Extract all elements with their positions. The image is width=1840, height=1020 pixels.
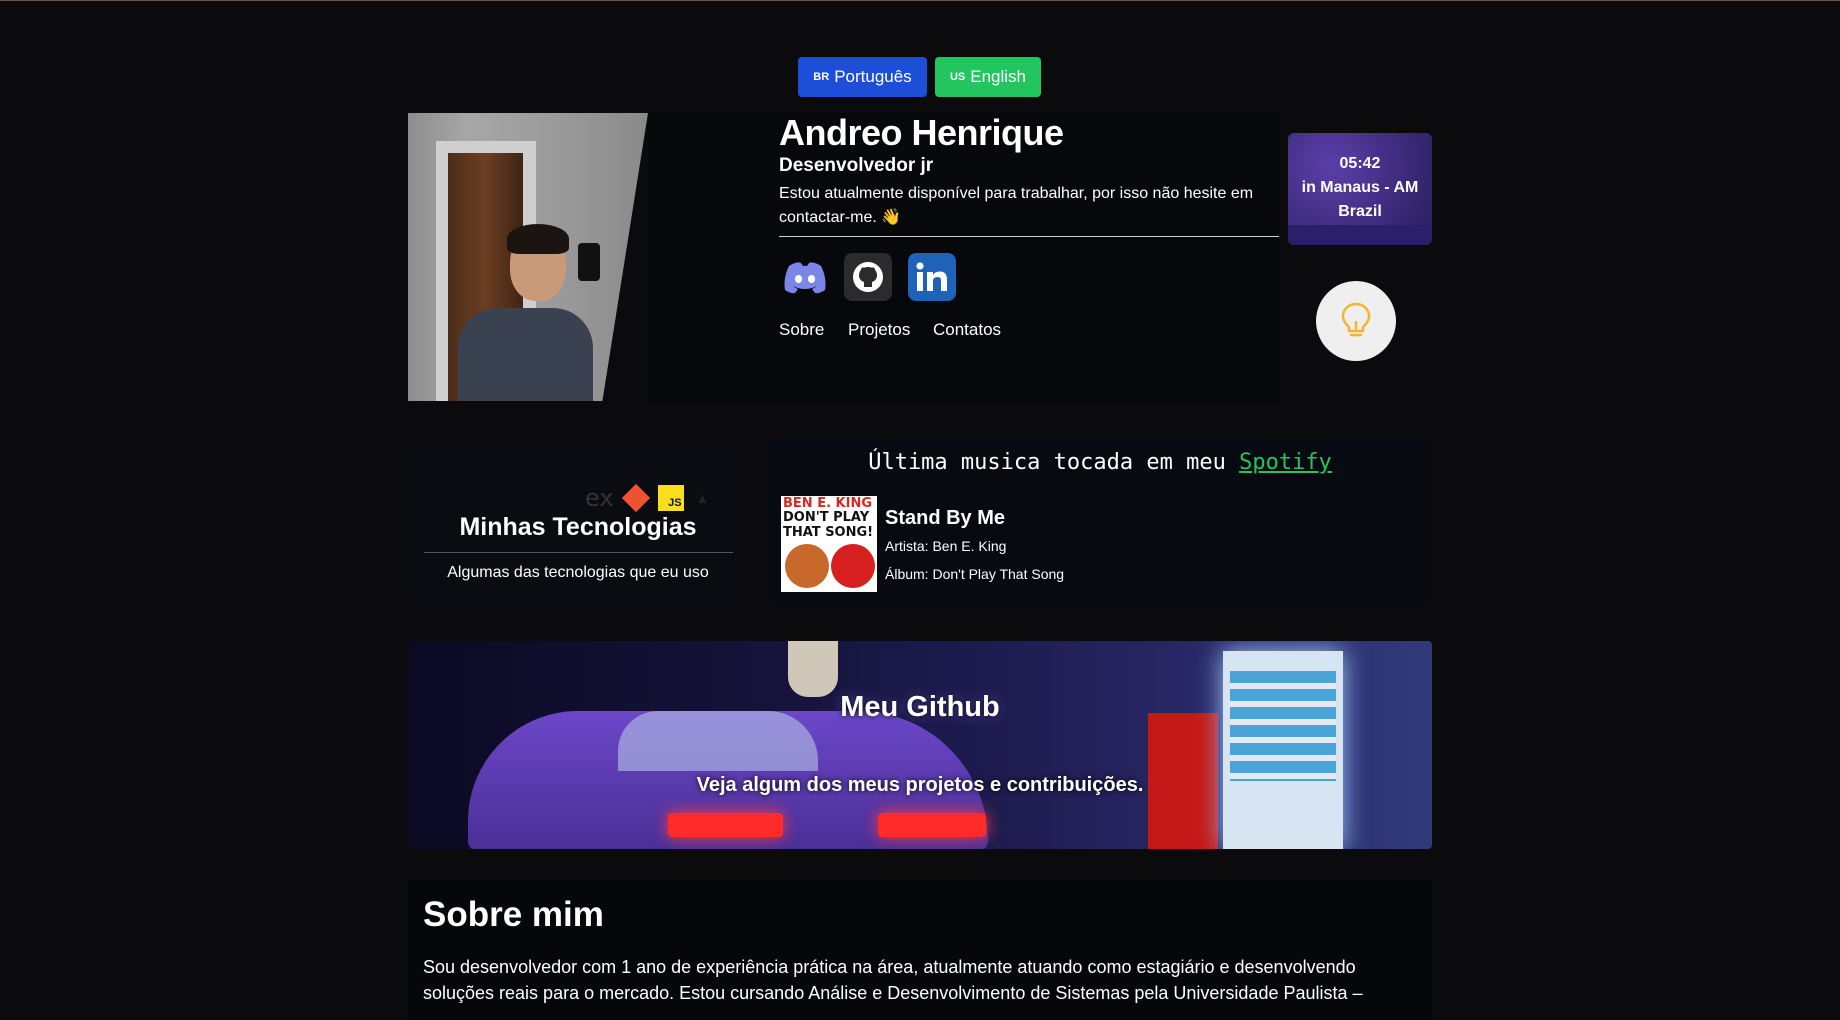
theme-toggle-button[interactable] (1316, 281, 1396, 361)
about-title: Sobre mim (423, 895, 604, 934)
song-artist: Artista: Ben E. King (885, 538, 1007, 554)
about-text: Sou desenvolvedor com 1 ano de experiênc… (423, 957, 1363, 1003)
profile-divider (779, 236, 1279, 237)
profile-photo (408, 113, 648, 401)
github-banner-title: Meu Github (840, 691, 1000, 723)
spotify-heading: Última musica tocada em meu Spotify (768, 450, 1432, 475)
linkedin-icon[interactable] (908, 253, 956, 301)
profile-name: Andreo Henrique (779, 112, 1064, 153)
top-border (0, 0, 1840, 1)
language-english-button[interactable]: US English (935, 57, 1041, 97)
nav-contatos-link[interactable]: Contatos (933, 320, 1001, 340)
express-icon: ex (585, 484, 614, 512)
language-portuguese-button[interactable]: BR Português (798, 57, 927, 97)
profile-card (648, 113, 1280, 403)
song-title: Stand By Me (885, 507, 1006, 529)
profile-role: Desenvolvedor jr (779, 155, 934, 176)
nav-sobre-link[interactable]: Sobre (779, 320, 824, 340)
spotify-link[interactable]: Spotify (1239, 450, 1332, 475)
language-english-label: English (970, 67, 1027, 86)
clock-location: in Manaus - AM (1301, 179, 1419, 196)
us-flag-icon: US (949, 71, 966, 83)
javascript-icon: JS (657, 485, 684, 511)
clock-widget: 05:42 in Manaus - AM Brazil (1288, 133, 1432, 245)
clock-country: Brazil (1338, 203, 1382, 220)
profile-description: Estou atualmente disponível para trabalh… (779, 185, 1254, 226)
technologies-carousel: ex JS ▲ (585, 483, 710, 513)
git-icon (621, 483, 650, 513)
github-icon[interactable] (844, 253, 892, 301)
lightbulb-icon (1341, 302, 1371, 337)
album-cover-title-text: DON'T PLAY THAT SONG! (783, 510, 874, 540)
technologies-subtitle: Algumas das tecnologias que eu uso (447, 564, 709, 581)
nav-projetos-link[interactable]: Projetos (848, 320, 910, 340)
spotify-heading-text: Última musica tocada em meu (868, 450, 1226, 475)
github-banner-subtitle: Veja algum dos meus projetos e contribui… (696, 774, 1144, 796)
song-album: Álbum: Don't Play That Song (885, 566, 1065, 582)
discord-icon[interactable] (781, 253, 829, 301)
clock-time: 05:42 (1339, 155, 1381, 172)
technologies-divider (424, 552, 733, 553)
technologies-title: Minhas Tecnologias (459, 513, 697, 541)
album-cover-artist-text: BEN E. KING (783, 496, 873, 511)
brazil-flag-icon: BR (813, 71, 830, 83)
language-portuguese-label: Português (834, 67, 912, 86)
github-banner[interactable] (408, 641, 1432, 849)
nextjs-icon: ▲ (695, 490, 710, 506)
album-cover: BEN E. KING DON'T PLAY THAT SONG! (781, 496, 877, 592)
